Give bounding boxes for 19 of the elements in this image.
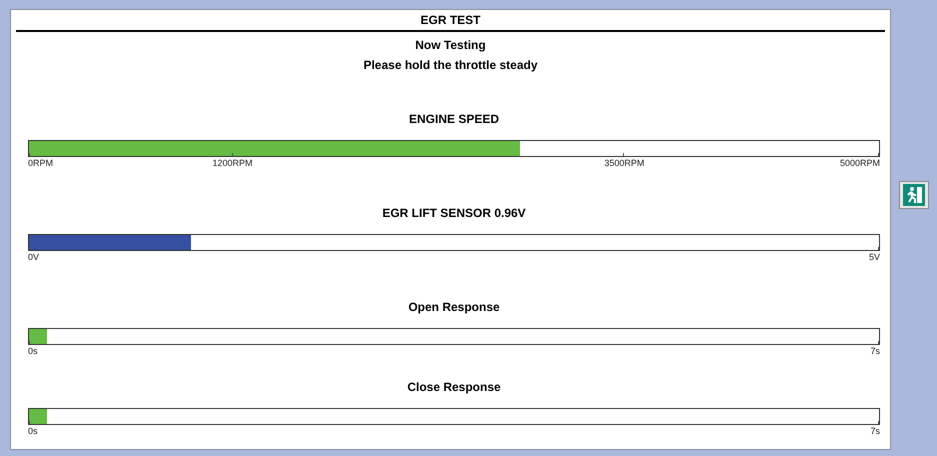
gauge-label: EGR LIFT SENSOR 0.96V [382,206,526,220]
gauge-label: Open Response [408,300,500,314]
scale-label: 1200RPM [212,158,252,168]
instruction-text: Please hold the throttle steady [363,58,538,72]
scale-label: 0V [28,252,40,262]
scale-label: 3500RPM [604,158,644,168]
scale-label: 7s [870,426,880,436]
gauge-label: ENGINE SPEED [408,112,500,126]
scale-label: 7s [870,346,880,356]
gauge-label: Close Response [407,380,501,394]
scale-label: 0s [28,426,38,436]
running-figure-icon [903,184,925,206]
exit-button[interactable] [899,181,929,209]
scale-label: 0RPM [28,158,54,168]
status-heading: Now Testing [415,38,486,52]
scale-label: 0s [28,346,38,356]
scale-label: 5V [868,252,880,262]
scale-label: 5000RPM [840,158,880,168]
window-title: EGR TEST [16,10,885,32]
